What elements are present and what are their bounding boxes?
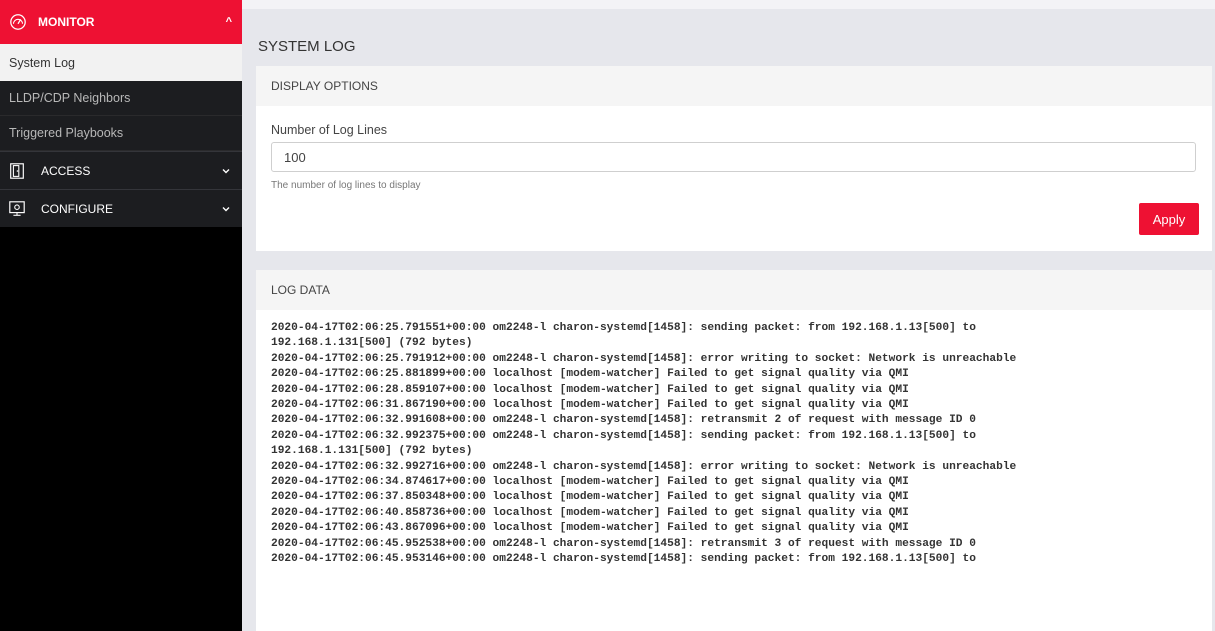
nav-item-system-log[interactable]: System Log	[0, 44, 242, 81]
log-line: 2020-04-17T02:06:45.952538+00:00 om2248-…	[271, 537, 976, 550]
nav-access[interactable]: ACCESS	[0, 151, 242, 189]
monitor-gear-icon	[9, 200, 25, 216]
nav-access-label: ACCESS	[41, 163, 91, 178]
log-line: 2020-04-17T02:06:25.791551+00:00 om2248-…	[271, 322, 976, 334]
nav-monitor[interactable]: MONITOR ^	[0, 0, 242, 44]
log-data-card: LOG DATA 2020-04-17T02:06:25.791551+00:0…	[256, 270, 1212, 631]
log-line: 2020-04-17T02:06:25.791912+00:00 om2248-…	[271, 352, 1017, 365]
log-lines-help-text: The number of log lines to display	[271, 180, 421, 191]
nav-monitor-label: MONITOR	[38, 15, 95, 29]
nav-configure-label: CONFIGURE	[41, 201, 113, 216]
log-line: 2020-04-17T02:06:37.850348+00:00 localho…	[271, 491, 909, 504]
log-line: 2020-04-17T02:06:43.867096+00:00 localho…	[271, 522, 909, 535]
page-title: SYSTEM LOG	[258, 38, 356, 55]
log-lines-input[interactable]	[271, 142, 1196, 172]
log-line: 2020-04-17T02:06:34.874617+00:00 localho…	[271, 476, 909, 489]
log-line: 192.168.1.131[500] (792 bytes)	[271, 337, 473, 350]
log-output: 2020-04-17T02:06:25.791551+00:00 om2248-…	[271, 321, 1016, 568]
door-icon	[10, 162, 24, 179]
log-line: 2020-04-17T02:06:31.867190+00:00 localho…	[271, 399, 909, 412]
log-line: 2020-04-17T02:06:32.992716+00:00 om2248-…	[271, 460, 1017, 473]
display-options-header: DISPLAY OPTIONS	[256, 66, 1212, 106]
nav-configure[interactable]: CONFIGURE	[0, 189, 242, 227]
chevron-down-icon	[222, 206, 230, 211]
log-lines-label: Number of Log Lines	[271, 123, 388, 137]
log-line: 2020-04-17T02:06:32.991608+00:00 om2248-…	[271, 414, 976, 427]
log-line: 2020-04-17T02:06:40.858736+00:00 localho…	[271, 506, 909, 519]
top-bar	[242, 0, 1215, 9]
log-line: 2020-04-17T02:06:28.859107+00:00 localho…	[271, 383, 909, 396]
log-line: 192.168.1.131[500] (792 bytes)	[271, 445, 473, 458]
apply-button[interactable]: Apply	[1139, 203, 1199, 235]
display-options-card: DISPLAY OPTIONS Number of Log Lines The …	[256, 66, 1212, 251]
log-line: 2020-04-17T02:06:45.953146+00:00 om2248-…	[271, 553, 976, 566]
sidebar: MONITOR ^ System Log LLDP/CDP Neighbors …	[0, 0, 242, 631]
chevron-up-icon: ^	[225, 16, 232, 28]
nav-item-lldp-cdp-neighbors[interactable]: LLDP/CDP Neighbors	[0, 81, 242, 116]
log-line: 2020-04-17T02:06:25.881899+00:00 localho…	[271, 368, 909, 381]
chevron-down-icon	[222, 168, 230, 173]
log-data-header: LOG DATA	[256, 270, 1212, 310]
speedometer-icon	[10, 14, 26, 30]
log-line: 2020-04-17T02:06:32.992375+00:00 om2248-…	[271, 429, 976, 442]
nav-item-triggered-playbooks[interactable]: Triggered Playbooks	[0, 116, 242, 151]
